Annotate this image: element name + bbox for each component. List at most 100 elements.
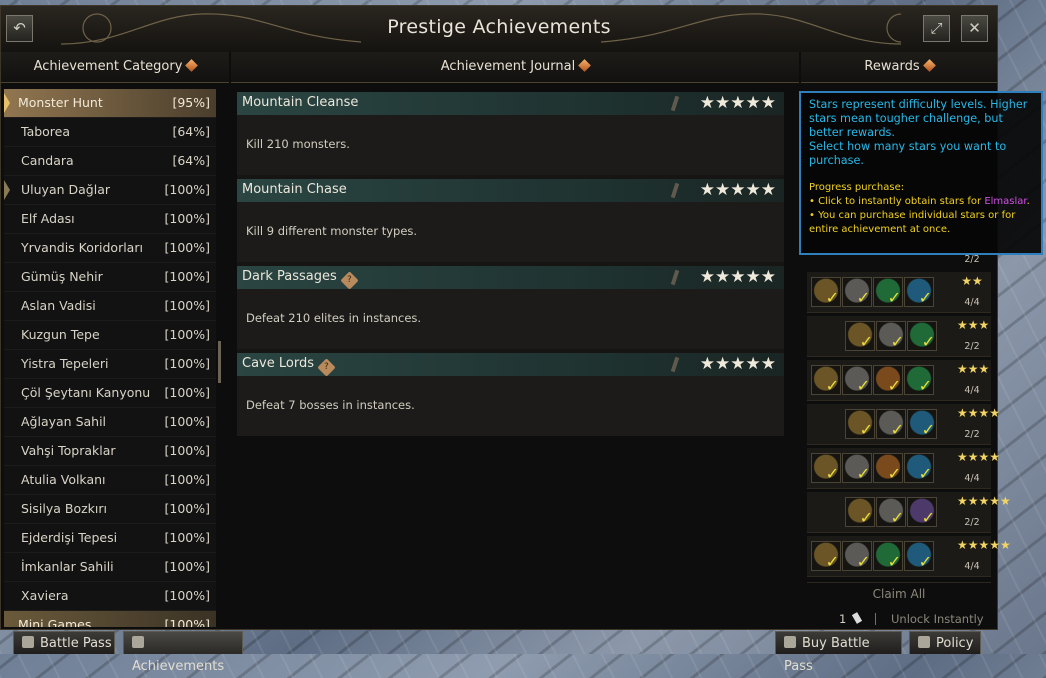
question-icon[interactable]: ? bbox=[340, 271, 359, 290]
category-scrollbar[interactable] bbox=[218, 341, 221, 383]
category-percent: [100%] bbox=[164, 327, 211, 342]
difficulty-stars[interactable]: ★★★★★ bbox=[700, 180, 776, 200]
reward-item-icon[interactable]: ✓ bbox=[811, 453, 841, 483]
tooltip-bullet-1: • Click to instantly obtain stars for El… bbox=[809, 195, 1035, 209]
category-item[interactable]: Vahşi Topraklar [100%] bbox=[4, 437, 216, 466]
gem-icon bbox=[185, 59, 199, 72]
reward-item-icon[interactable]: ✓ bbox=[842, 453, 872, 483]
category-item[interactable]: Sisilya Bozkırı [100%] bbox=[4, 495, 216, 524]
category-item[interactable]: Yrvandis Koridorları [100%] bbox=[4, 234, 216, 263]
reward-item-icon[interactable]: ✓ bbox=[873, 277, 903, 307]
category-item[interactable]: Gümüş Nehir [100%] bbox=[4, 263, 216, 292]
category-percent: [100%] bbox=[164, 182, 211, 197]
category-item[interactable]: Mini Games [100%] bbox=[4, 611, 216, 627]
achievement-description: Kill 9 different monster types. bbox=[246, 224, 418, 238]
checkmark-icon: ✓ bbox=[856, 464, 870, 483]
category-item[interactable]: İmkanlar Sahili [100%] bbox=[4, 553, 216, 582]
reward-row[interactable]: ✓ ✓ ✓ ✓ ★★★★ 4/4 bbox=[807, 448, 1001, 489]
category-name: Mini Games bbox=[18, 617, 92, 627]
reward-item-icon[interactable]: ✓ bbox=[873, 365, 903, 395]
reward-item-icon[interactable]: ✓ bbox=[904, 277, 934, 307]
achievement-entry[interactable]: Cave Lords? ★★★★★ Defeat 7 bosses in insta… bbox=[237, 353, 784, 440]
achievement-title: Mountain Chase bbox=[242, 182, 347, 197]
checkmark-icon: ✓ bbox=[887, 288, 901, 307]
category-item[interactable]: Uluyan Dağlar [100%] bbox=[4, 176, 216, 205]
category-item[interactable]: Taborea [64%] bbox=[4, 118, 216, 147]
reward-row[interactable]: ✓ ✓ ✓ ✓ ★★★★★ 4/4 bbox=[807, 536, 1011, 577]
reward-item-icon[interactable]: ✓ bbox=[842, 277, 872, 307]
selected-marker bbox=[4, 93, 10, 113]
reward-item-icon[interactable]: ✓ bbox=[907, 497, 937, 527]
reward-count: 4/4 bbox=[964, 561, 980, 572]
unlock-instantly-row[interactable]: 1 Unlock Instantly bbox=[807, 606, 991, 632]
difficulty-stars[interactable]: ★★★★★ bbox=[700, 267, 776, 287]
achievement-entry[interactable]: Mountain Chase ★★★★★ Kill 9 different mons… bbox=[237, 179, 784, 266]
reward-item-icon[interactable]: ✓ bbox=[876, 409, 906, 439]
category-item[interactable]: Yistra Tepeleri [100%] bbox=[4, 350, 216, 379]
reward-item-icon[interactable]: ✓ bbox=[904, 453, 934, 483]
reward-row[interactable]: ✓ ✓ ✓ ✓ ★★ 4/4 bbox=[807, 272, 991, 313]
reward-row[interactable]: ✓ ✓ ✓ ★★★ 2/2 bbox=[807, 316, 991, 357]
title-bar: ↶ Prestige Achievements ⤢ ✕ bbox=[1, 6, 997, 52]
reward-item-icon[interactable]: ✓ bbox=[842, 541, 872, 571]
reward-item-icon[interactable]: ✓ bbox=[845, 497, 875, 527]
achievement-journal: Mountain Cleanse ★★★★★ Kill 210 monsters. M… bbox=[237, 92, 784, 436]
category-percent: [64%] bbox=[172, 153, 210, 168]
checkmark-icon: ✓ bbox=[825, 552, 839, 571]
reward-item-icon[interactable]: ✓ bbox=[904, 365, 934, 395]
achievement-entry[interactable]: Mountain Cleanse ★★★★★ Kill 210 monsters. bbox=[237, 92, 784, 179]
checkmark-icon: ✓ bbox=[825, 464, 839, 483]
reward-item-icon[interactable]: ✓ bbox=[842, 365, 872, 395]
achievement-name: Dark Passages? bbox=[242, 269, 359, 290]
question-icon[interactable]: ? bbox=[317, 358, 336, 377]
reward-item-icon[interactable]: ✓ bbox=[876, 321, 906, 351]
expand-icon[interactable]: ⤢ bbox=[923, 15, 950, 42]
category-item[interactable]: Candara [64%] bbox=[4, 147, 216, 176]
achievement-description: Kill 210 monsters. bbox=[246, 137, 350, 151]
claim-all-button[interactable]: Claim All bbox=[807, 582, 991, 605]
reward-row[interactable]: ✓ ✓ ✓ ★★★★ 2/2 bbox=[807, 404, 1000, 445]
difficulty-stars[interactable]: ★★★★★ bbox=[700, 93, 776, 113]
reward-item-icon[interactable]: ✓ bbox=[811, 541, 841, 571]
category-item[interactable]: Monster Hunt [95%] bbox=[4, 89, 216, 118]
reward-star-level: ★★★★ bbox=[957, 450, 1001, 464]
checkmark-icon: ✓ bbox=[856, 552, 870, 571]
tab-achievements[interactable]: Achievements bbox=[123, 631, 243, 674]
category-item[interactable]: Ağlayan Sahil [100%] bbox=[4, 408, 216, 437]
reward-item-icon[interactable]: ✓ bbox=[876, 497, 906, 527]
category-item[interactable]: Aslan Vadisi [100%] bbox=[4, 292, 216, 321]
category-percent: [100%] bbox=[164, 269, 211, 284]
reward-item-icon[interactable]: ✓ bbox=[811, 277, 841, 307]
reward-item-icon[interactable]: ✓ bbox=[873, 541, 903, 571]
category-item[interactable]: Atulia Volkanı [100%] bbox=[4, 466, 216, 495]
reward-row[interactable]: ✓ ✓ ✓ ★★★★★ 2/2 bbox=[807, 492, 1011, 533]
category-item[interactable]: Kuzgun Tepe [100%] bbox=[4, 321, 216, 350]
category-item[interactable]: Ejderdişi Tepesi [100%] bbox=[4, 524, 216, 553]
category-item[interactable]: Xaviera [100%] bbox=[4, 582, 216, 611]
category-item[interactable]: Elf Adası [100%] bbox=[4, 205, 216, 234]
checkmark-icon: ✓ bbox=[859, 420, 873, 439]
tab-battle-pass[interactable]: Battle Pass bbox=[13, 631, 115, 654]
unlock-instantly-button[interactable]: Unlock Instantly bbox=[891, 606, 984, 632]
reward-item-icon[interactable]: ✓ bbox=[907, 409, 937, 439]
tooltip-bullet-1-end: . bbox=[1026, 196, 1030, 207]
reward-item-icon[interactable]: ✓ bbox=[873, 453, 903, 483]
reward-row[interactable]: ✓ ✓ ✓ ✓ ★★★ 4/4 bbox=[807, 360, 991, 401]
reward-icons: ✓ ✓ ✓ ✓ bbox=[811, 277, 935, 310]
category-list[interactable]: Monster Hunt [95%] Taborea [64%] Candara [64%… bbox=[4, 89, 216, 627]
close-icon[interactable]: ✕ bbox=[961, 15, 988, 42]
category-name: Yistra Tepeleri bbox=[21, 356, 109, 371]
policy-button[interactable]: Policy bbox=[909, 631, 981, 654]
reward-item-icon[interactable]: ✓ bbox=[811, 365, 841, 395]
achievement-description: Defeat 7 bosses in instances. bbox=[246, 398, 415, 412]
achievement-entry[interactable]: Dark Passages? ★★★★★ Defeat 210 elites in … bbox=[237, 266, 784, 353]
category-item[interactable]: Çöl Şeytanı Kanyonu [100%] bbox=[4, 379, 216, 408]
difficulty-stars[interactable]: ★★★★★ bbox=[700, 354, 776, 374]
reward-item-icon[interactable]: ✓ bbox=[845, 409, 875, 439]
reward-item-icon[interactable]: ✓ bbox=[907, 321, 937, 351]
category-name: Gümüş Nehir bbox=[21, 269, 103, 284]
buy-battle-pass-button[interactable]: Buy Battle Pass bbox=[775, 631, 902, 674]
reward-item-icon[interactable]: ✓ bbox=[904, 541, 934, 571]
reward-item-icon[interactable]: ✓ bbox=[845, 321, 875, 351]
category-percent: [100%] bbox=[164, 298, 211, 313]
